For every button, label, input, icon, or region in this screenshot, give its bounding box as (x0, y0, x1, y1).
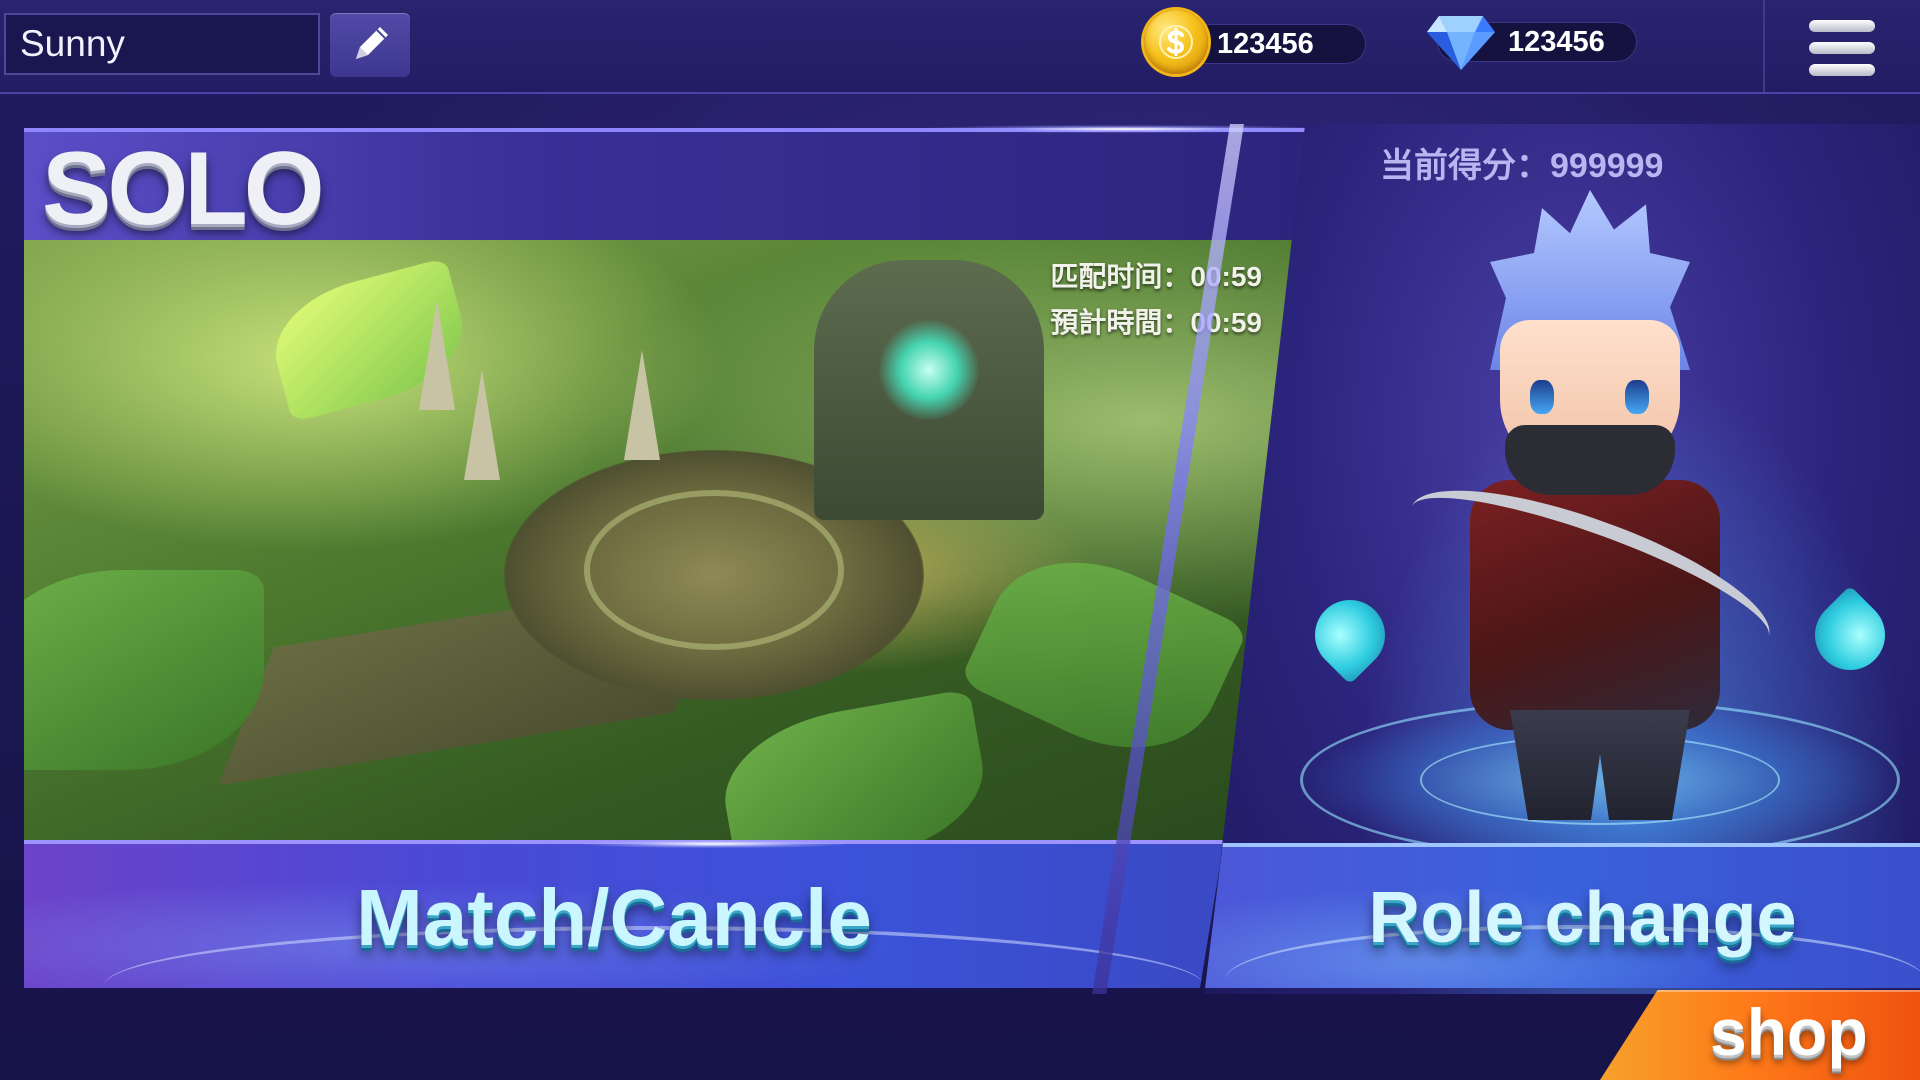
hero-eye (1625, 380, 1649, 414)
button-glow (584, 840, 844, 848)
diamond-icon (1427, 16, 1495, 70)
current-score: 当前得分：999999 (1380, 147, 1664, 185)
header-glow (924, 125, 1324, 133)
player-name-field[interactable]: Sunny (4, 13, 320, 75)
match-cancel-button[interactable]: Match/Cancle (24, 840, 1224, 988)
map-leaf (24, 570, 264, 770)
hero-mask (1505, 425, 1675, 495)
gem-amount: 123456 (1508, 25, 1605, 58)
map-platform-ring (584, 490, 844, 650)
hero-eye (1530, 380, 1554, 414)
mode-title: SOLO (42, 131, 325, 247)
map-leaf (959, 527, 1249, 783)
match-timers: 匹配时间：00:59 預計時間：00:59 (1050, 254, 1262, 346)
coin-amount: 123456 (1217, 27, 1314, 60)
edit-name-button[interactable] (330, 13, 410, 77)
role-change-button[interactable]: Role change (1205, 843, 1920, 988)
hero-legs (1510, 710, 1690, 820)
map-leaf (712, 688, 996, 840)
match-time: 匹配时间：00:59 (1050, 261, 1262, 292)
map-rock-spike (464, 370, 500, 480)
estimated-time: 預計時間：00:59 (1050, 307, 1262, 338)
match-cancel-label: Match/Cancle (356, 873, 872, 962)
hero-character (1380, 190, 1800, 830)
top-bar: Sunny 123456 123456 (0, 0, 1920, 94)
role-change-label: Role change (1368, 878, 1797, 958)
pencil-icon (356, 27, 388, 59)
shop-label: shop (1710, 995, 1868, 1069)
map-rock-spike (419, 300, 455, 410)
map-preview: 匹配时间：00:59 預計時間：00:59 (24, 240, 1344, 840)
coin-icon (1144, 10, 1208, 74)
map-rock-spike (624, 350, 660, 460)
menu-area (1763, 0, 1920, 92)
hamburger-menu-icon[interactable] (1809, 16, 1879, 80)
shop-button[interactable]: shop (1600, 990, 1920, 1080)
game-lobby-screen: Sunny 123456 123456 SOLO 匹配时间：00:59 預計時間… (0, 0, 1920, 1080)
player-name: Sunny (20, 23, 125, 64)
map-portal-glow (879, 320, 979, 420)
